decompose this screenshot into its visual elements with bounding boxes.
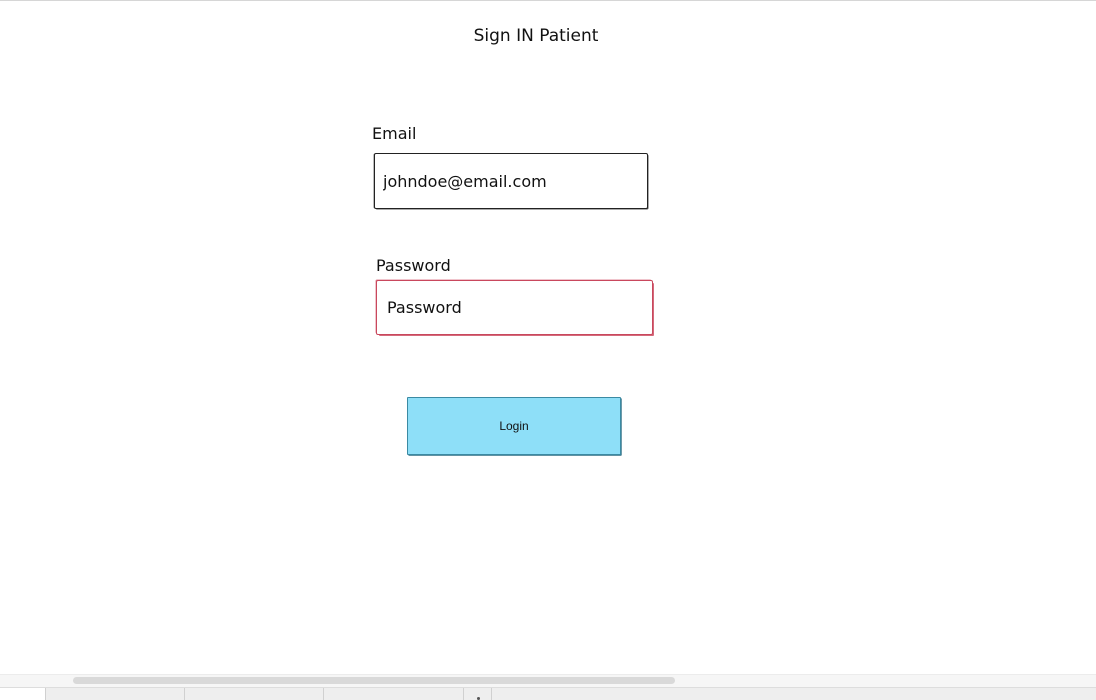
email-label: Email: [372, 124, 417, 143]
add-page-icon[interactable]: [464, 688, 492, 700]
top-divider: [0, 0, 1096, 1]
page-tabs-bar: [0, 687, 1096, 700]
page-tab[interactable]: [46, 688, 185, 700]
page-tab[interactable]: [185, 688, 324, 700]
page-title: Sign IN Patient: [473, 26, 599, 46]
login-button[interactable]: Login: [407, 397, 621, 455]
page-tab[interactable]: [324, 688, 464, 700]
scrollbar-thumb[interactable]: [73, 677, 675, 684]
password-label: Password: [376, 256, 451, 275]
password-field[interactable]: [376, 280, 653, 335]
email-field[interactable]: [374, 153, 648, 209]
horizontal-scrollbar[interactable]: [0, 674, 1096, 686]
page-tab[interactable]: [0, 688, 46, 700]
sign-in-page: Sign IN Patient Email Password Login: [0, 0, 1096, 700]
